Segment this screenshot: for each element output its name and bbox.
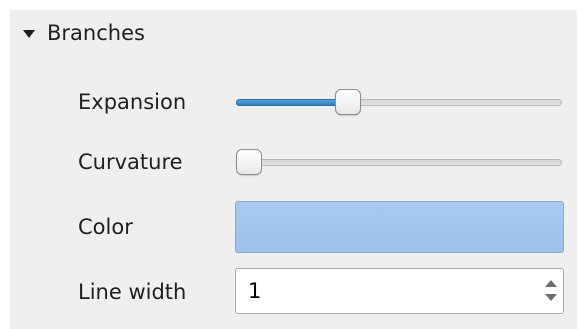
expansion-label: Expansion [78, 90, 187, 114]
branches-panel: Branches Expansion Curvature Color Line … [10, 10, 577, 329]
color-picker-button[interactable] [235, 201, 564, 253]
branches-section-header[interactable]: Branches [23, 16, 145, 50]
expansion-slider-fill [236, 99, 348, 106]
curvature-label: Curvature [78, 150, 183, 174]
spinbox-arrows [543, 275, 559, 307]
color-label: Color [78, 215, 133, 239]
curvature-slider-track[interactable] [236, 159, 562, 166]
curvature-slider[interactable] [236, 149, 562, 175]
arrow-down-icon[interactable] [545, 294, 557, 301]
line-width-value[interactable]: 1 [248, 269, 261, 313]
arrow-up-icon[interactable] [545, 280, 557, 287]
line-width-label: Line width [78, 280, 187, 304]
curvature-slider-handle[interactable] [236, 149, 262, 175]
section-title: Branches [47, 21, 145, 45]
expansion-slider[interactable] [236, 89, 562, 115]
line-width-spinbox[interactable]: 1 [235, 268, 564, 314]
triangle-down-icon[interactable] [23, 30, 35, 38]
expansion-slider-handle[interactable] [335, 89, 361, 115]
